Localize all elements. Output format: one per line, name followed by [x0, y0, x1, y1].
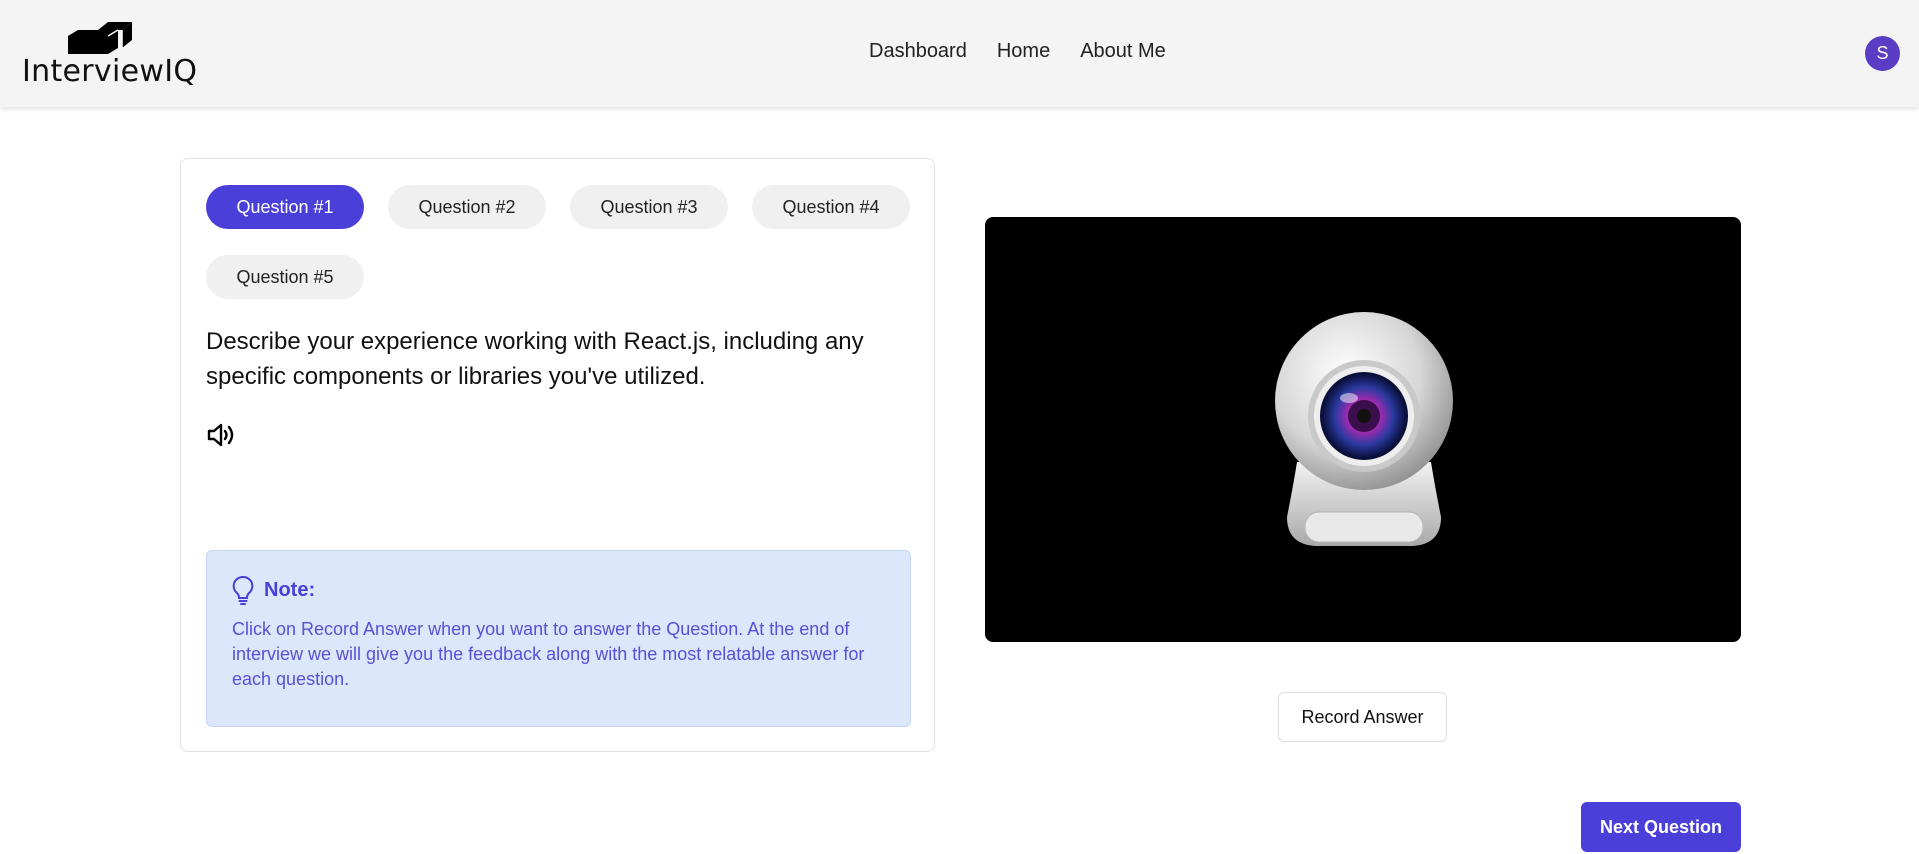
logo-cubes-icon	[68, 22, 132, 54]
tab-question-5[interactable]: Question #5	[206, 255, 364, 299]
nav-about-me[interactable]: About Me	[1080, 40, 1166, 63]
note-title: Note:	[264, 578, 316, 601]
note-body: Click on Record Answer when you want to …	[232, 619, 865, 689]
note-box: Note: Click on Record Answer when you wa…	[206, 550, 911, 727]
question-text: Describe your experience working with Re…	[206, 328, 864, 390]
tab-question-1[interactable]: Question #1	[206, 185, 364, 229]
user-avatar[interactable]: S	[1865, 36, 1900, 71]
nav-home[interactable]: Home	[997, 40, 1050, 63]
next-question-button[interactable]: Next Question	[1581, 802, 1741, 852]
tab-question-4[interactable]: Question #4	[752, 185, 910, 229]
webcam-preview	[985, 217, 1741, 642]
record-answer-button[interactable]: Record Answer	[1278, 692, 1447, 742]
tab-question-3[interactable]: Question #3	[570, 185, 728, 229]
question-card: Question #1 Question #2 Question #3 Ques…	[180, 158, 935, 752]
top-navbar: InterviewIQ Dashboard Home About Me S	[0, 0, 1919, 107]
logo-text: InterviewIQ	[22, 54, 198, 89]
note-header: Note:	[232, 575, 315, 605]
speaker-icon[interactable]	[206, 421, 238, 449]
logo[interactable]: InterviewIQ	[22, 20, 197, 90]
lightbulb-icon	[232, 575, 254, 605]
nav-dashboard[interactable]: Dashboard	[869, 40, 967, 63]
main-nav: Dashboard Home About Me	[869, 40, 1166, 63]
webcam-icon	[1275, 312, 1453, 546]
tab-question-2[interactable]: Question #2	[388, 185, 546, 229]
